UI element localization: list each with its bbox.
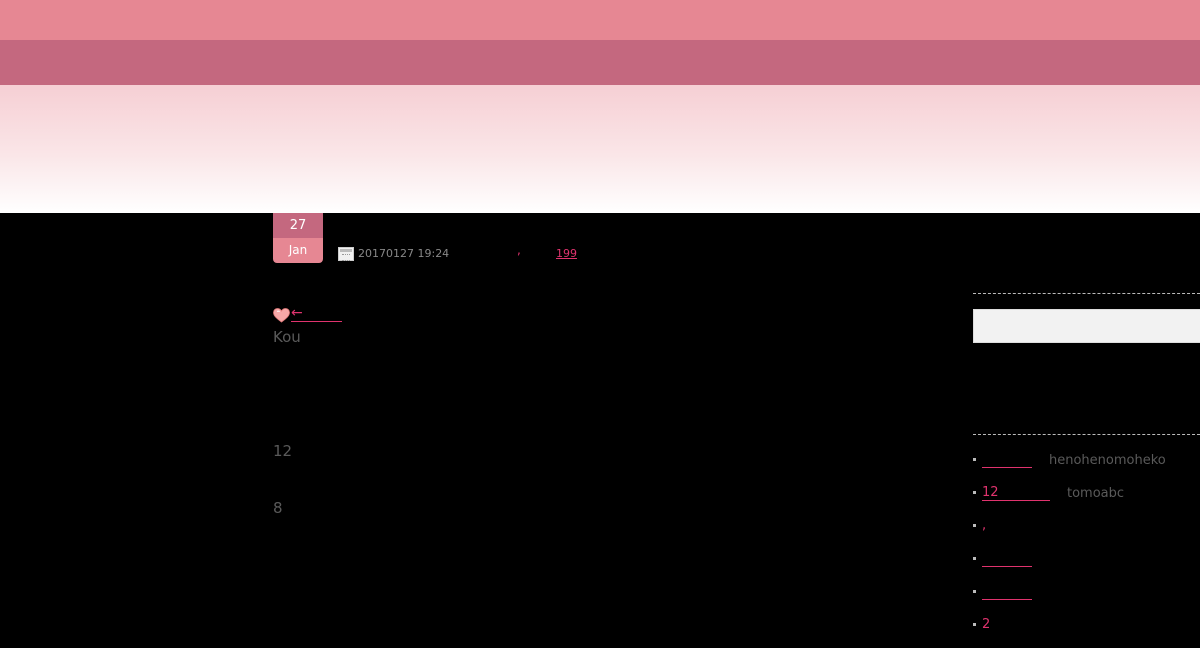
bullet-icon bbox=[973, 458, 976, 461]
list-item: henohenomoheko bbox=[973, 450, 1200, 483]
heart-icon bbox=[273, 308, 290, 323]
bullet-icon bbox=[973, 623, 976, 626]
comment-author: tomoabc bbox=[1067, 486, 1125, 501]
date-badge: 27 Jan bbox=[273, 213, 323, 263]
list-item bbox=[973, 582, 1200, 615]
date-month: Jan bbox=[273, 238, 323, 263]
list-item: , bbox=[973, 516, 1200, 549]
previous-post-link[interactable]: ← bbox=[291, 306, 342, 322]
comment-link[interactable] bbox=[982, 452, 1032, 468]
sidebar-divider bbox=[973, 293, 1200, 294]
bullet-icon bbox=[973, 557, 976, 560]
sidebar-divider bbox=[973, 434, 1200, 435]
bullet-icon bbox=[973, 590, 976, 593]
meta-separator: , bbox=[517, 243, 521, 257]
date-day: 27 bbox=[273, 213, 323, 238]
header-top-band bbox=[0, 0, 1200, 40]
bullet-icon bbox=[973, 524, 976, 527]
comment-link[interactable] bbox=[982, 584, 1032, 600]
header-banner bbox=[0, 85, 1200, 213]
recent-comments-list: henohenomoheko 12 tomoabc , 2 bbox=[973, 450, 1200, 648]
comment-link[interactable]: 12 bbox=[982, 485, 1050, 501]
comment-link[interactable] bbox=[982, 551, 1032, 567]
list-item: 12 tomoabc bbox=[973, 483, 1200, 516]
post-body-line: Kou bbox=[273, 328, 301, 346]
post-datetime: 20170127 19:24 bbox=[358, 247, 450, 260]
list-item bbox=[973, 549, 1200, 582]
post-body-line: 8 bbox=[273, 499, 283, 517]
sidebar-search-input[interactable] bbox=[973, 309, 1200, 343]
comment-link[interactable]: , bbox=[982, 518, 986, 533]
comment-author: henohenomoheko bbox=[1049, 453, 1166, 468]
header-nav-band bbox=[0, 40, 1200, 85]
comment-count-link[interactable]: 199 bbox=[556, 247, 589, 260]
list-item: 2 bbox=[973, 615, 1200, 648]
post-body-line: 12 bbox=[273, 442, 293, 460]
calendar-icon bbox=[338, 247, 354, 261]
bullet-icon bbox=[973, 491, 976, 494]
